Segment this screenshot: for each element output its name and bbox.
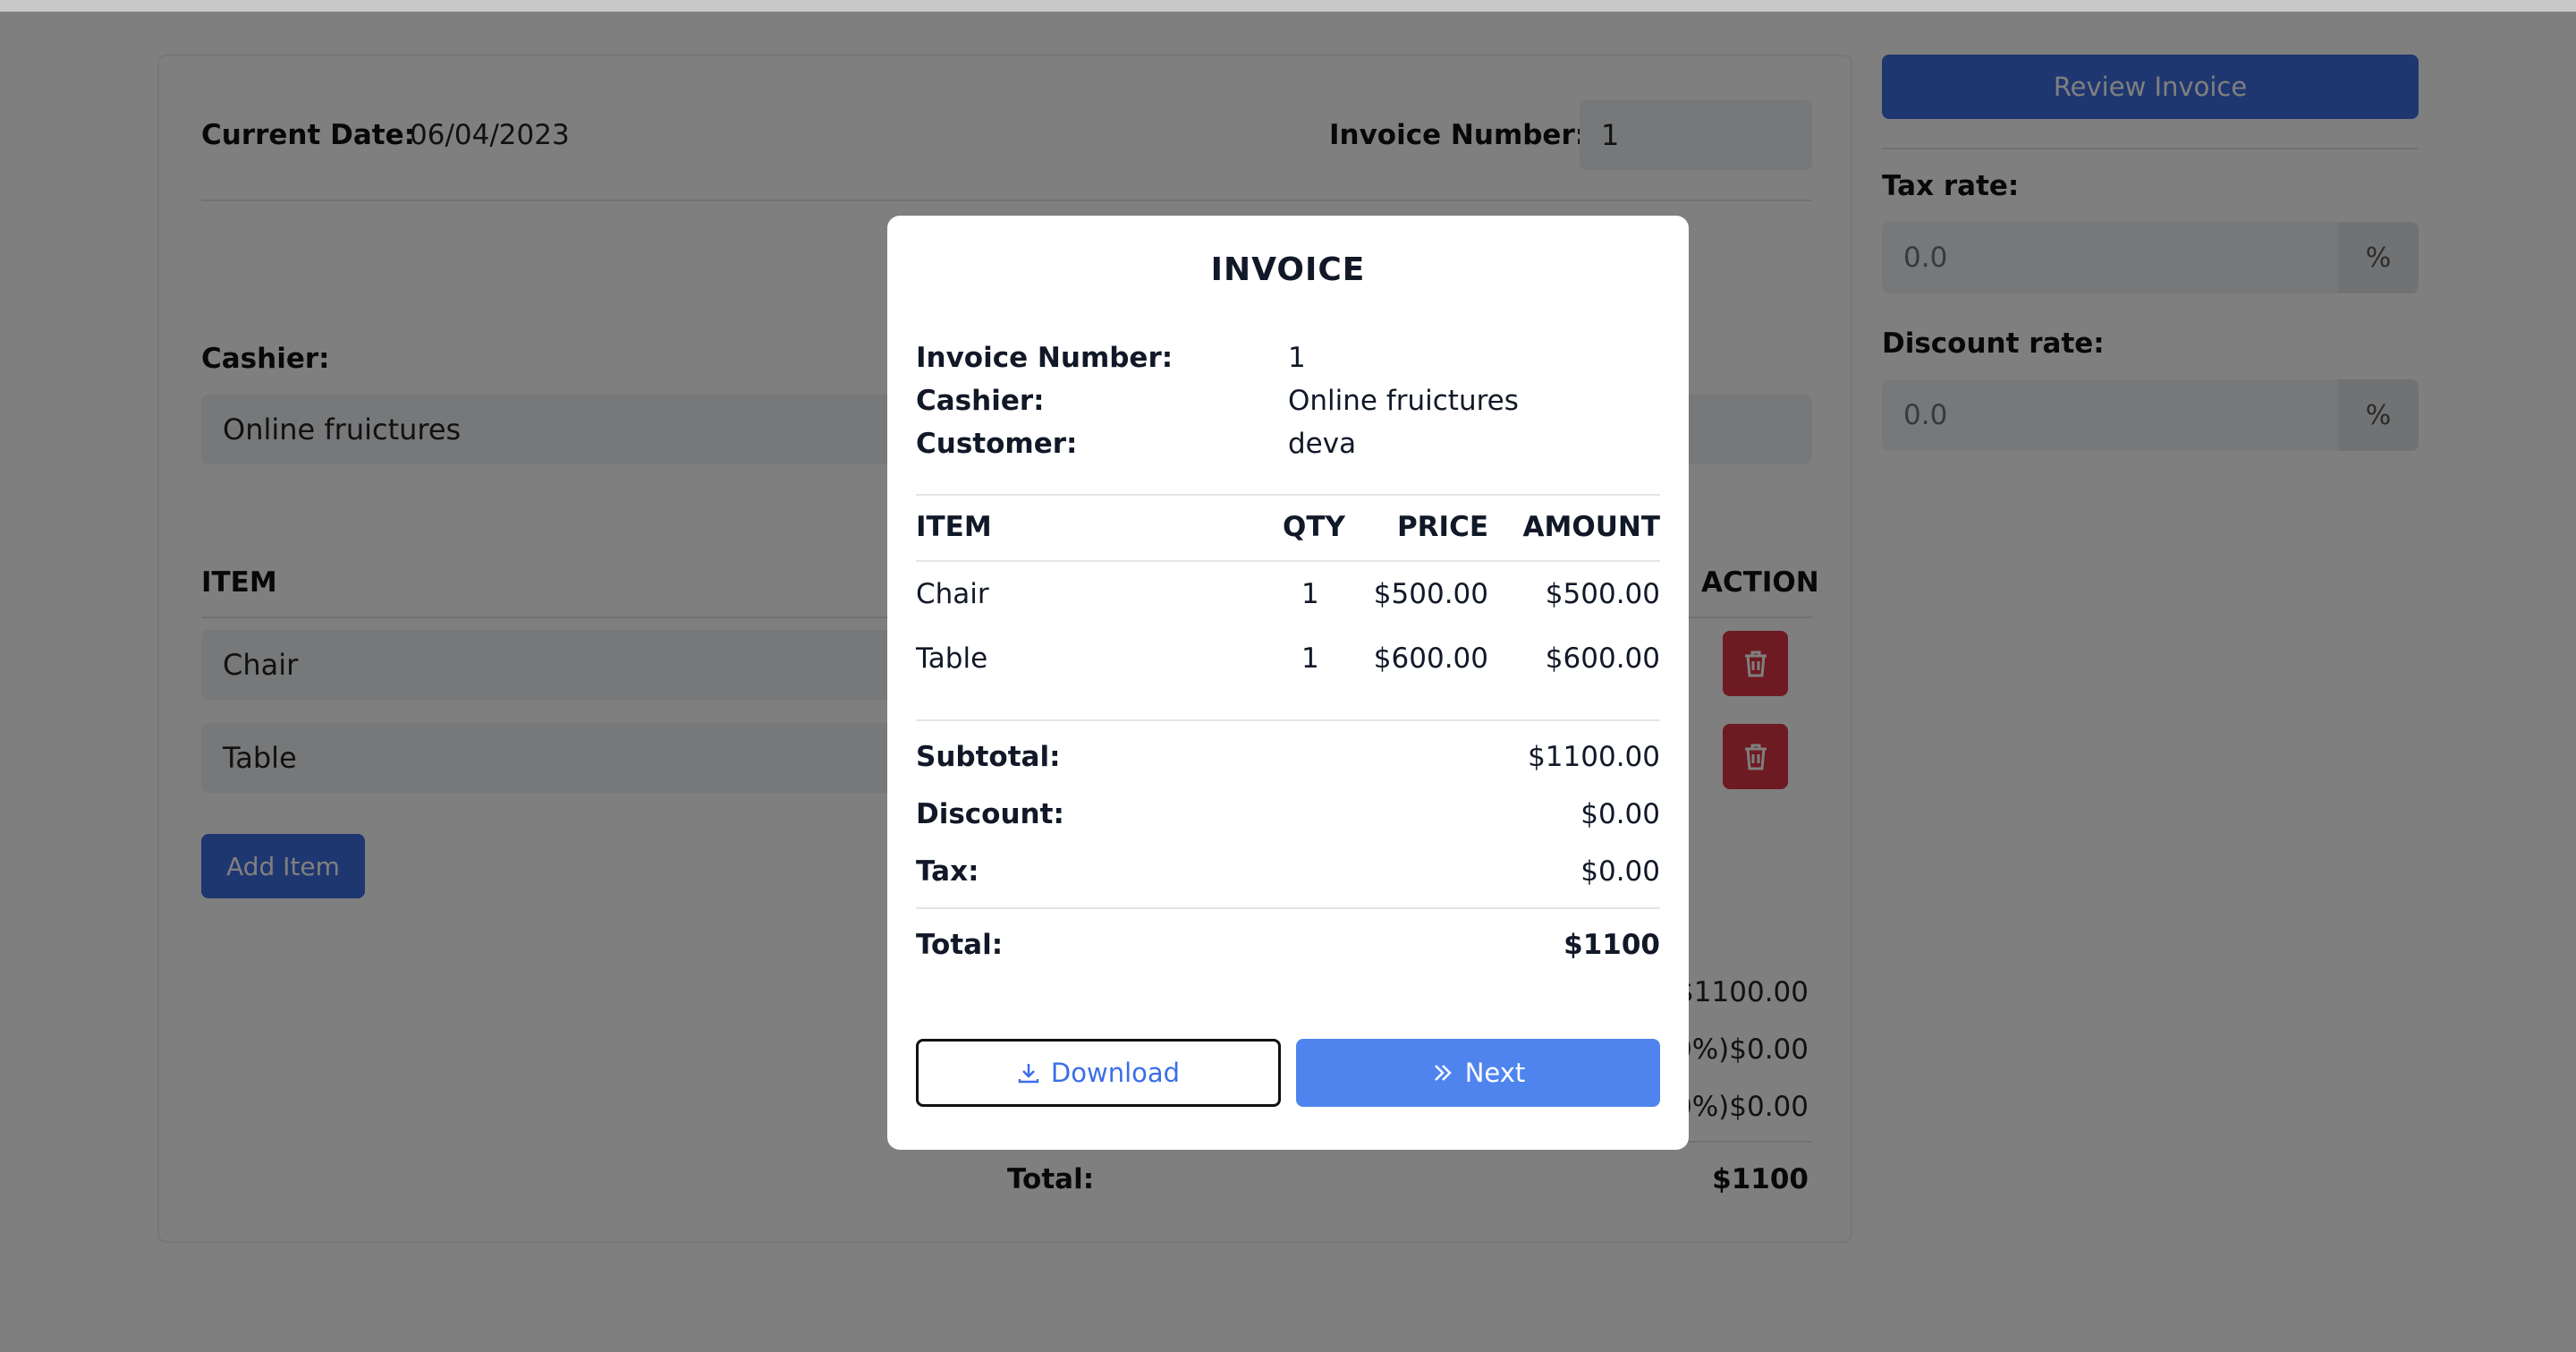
modal-invoice-number-label: Invoice Number: bbox=[916, 342, 1174, 374]
modal-row-amount: $600.00 bbox=[1545, 642, 1660, 675]
modal-row-amount: $500.00 bbox=[1545, 578, 1660, 610]
modal-cashier-label: Cashier: bbox=[916, 385, 1045, 417]
invoice-modal: INVOICE Invoice Number: 1 Cashier: Onlin… bbox=[887, 216, 1689, 1150]
download-button[interactable]: Download bbox=[916, 1039, 1281, 1107]
modal-total-label: Total: bbox=[916, 929, 1004, 961]
modal-amount-header: AMOUNT bbox=[1522, 511, 1660, 543]
modal-row-qty: 1 bbox=[1301, 642, 1319, 675]
download-button-label: Download bbox=[1050, 1058, 1181, 1088]
modal-customer-label: Customer: bbox=[916, 428, 1078, 460]
modal-total-value: $1100 bbox=[1563, 929, 1660, 961]
next-button-label: Next bbox=[1464, 1058, 1526, 1088]
modal-customer-value: deva bbox=[1288, 428, 1357, 460]
modal-tax-value: $0.00 bbox=[1580, 855, 1660, 888]
modal-subtotal-value: $1100.00 bbox=[1528, 741, 1660, 773]
modal-summary-divider bbox=[916, 719, 1660, 721]
top-bar bbox=[0, 0, 2576, 12]
modal-divider bbox=[916, 494, 1660, 496]
modal-invoice-number-value: 1 bbox=[1288, 342, 1306, 374]
modal-table-header-divider bbox=[916, 560, 1660, 562]
modal-row-item: Chair bbox=[916, 578, 989, 610]
modal-title: INVOICE bbox=[1210, 251, 1366, 288]
modal-total-divider bbox=[916, 907, 1660, 909]
modal-discount-label: Discount: bbox=[916, 798, 1064, 830]
modal-item-header: ITEM bbox=[916, 511, 992, 543]
modal-tax-label: Tax: bbox=[916, 855, 979, 888]
modal-price-header: PRICE bbox=[1396, 511, 1488, 543]
modal-qty-header: QTY bbox=[1283, 511, 1345, 543]
modal-row-price: $500.00 bbox=[1373, 578, 1488, 610]
modal-subtotal-label: Subtotal: bbox=[916, 741, 1061, 773]
download-icon bbox=[1018, 1064, 1039, 1084]
modal-row-item: Table bbox=[916, 642, 988, 675]
modal-row-qty: 1 bbox=[1301, 578, 1319, 610]
modal-row-price: $600.00 bbox=[1373, 642, 1488, 675]
modal-cashier-value: Online fruictures bbox=[1288, 385, 1519, 417]
double-chevron-right-icon bbox=[1434, 1065, 1452, 1081]
modal-discount-value: $0.00 bbox=[1580, 798, 1660, 830]
next-button[interactable]: Next bbox=[1296, 1039, 1660, 1107]
